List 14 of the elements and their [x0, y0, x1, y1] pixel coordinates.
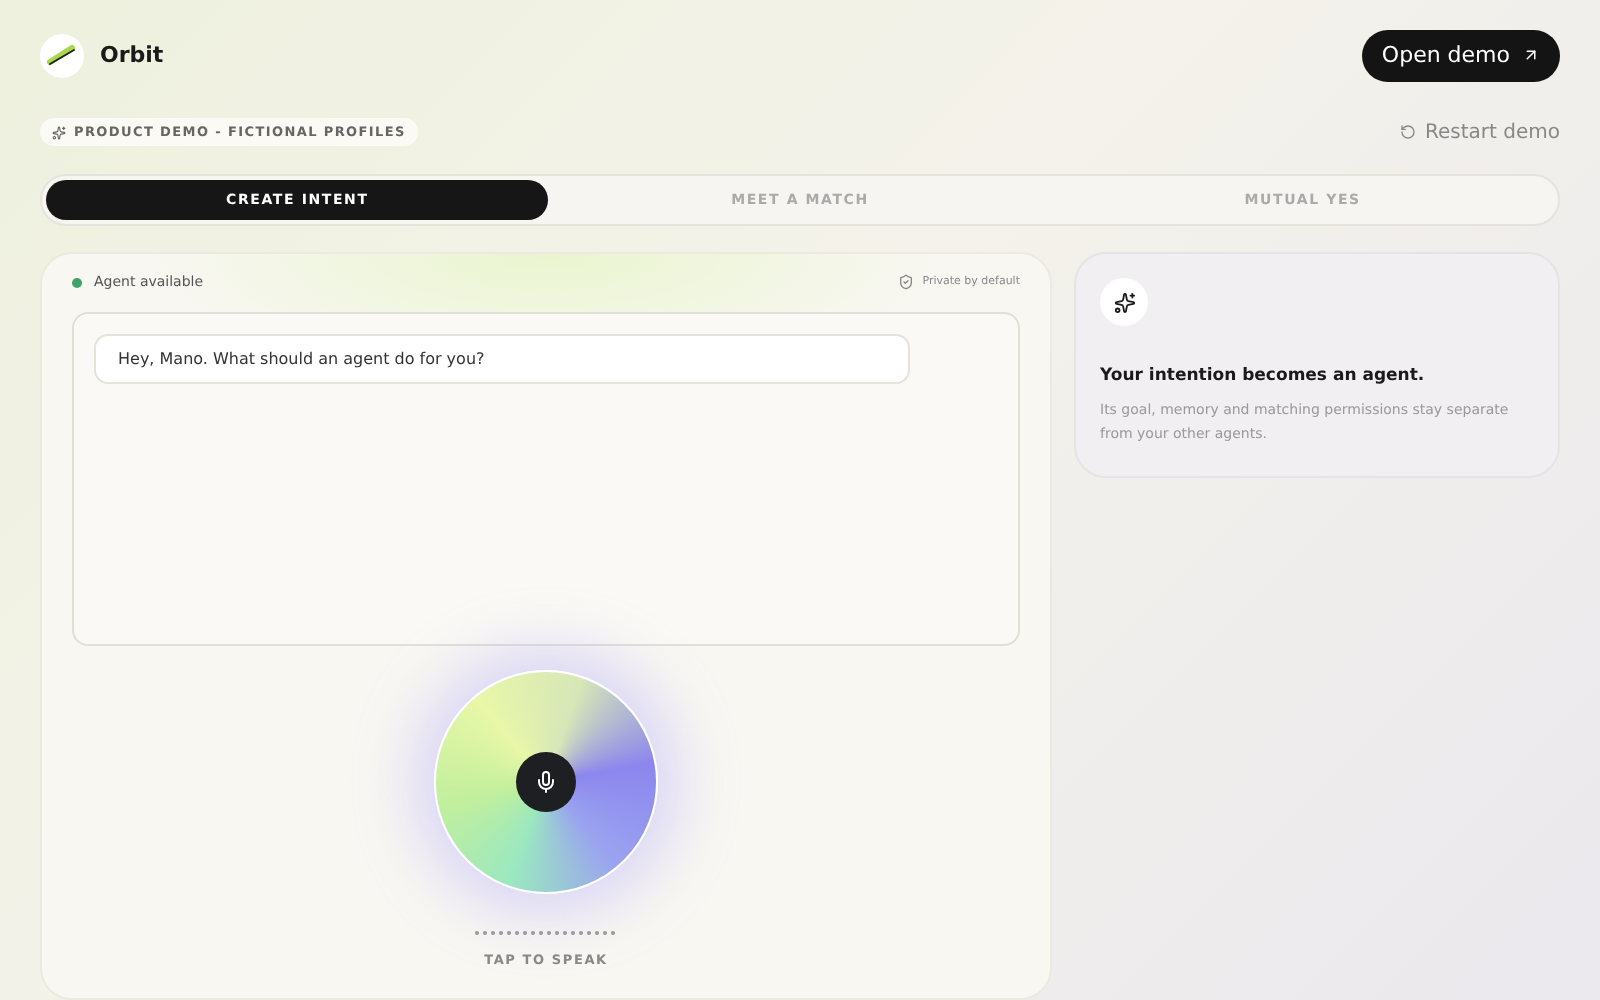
mic-button[interactable]	[516, 752, 576, 812]
sparkle-icon	[1113, 291, 1135, 313]
dots-indicator	[474, 930, 618, 936]
shield-icon	[898, 274, 915, 290]
sparkle-icon	[52, 125, 66, 139]
card-title: Your intention becomes an agent.	[1100, 366, 1427, 386]
mic-icon	[534, 770, 558, 794]
prompt-bubble: Hey, Mano. What should an agent do for you?	[94, 334, 910, 384]
brand-name: Orbit	[100, 42, 164, 68]
open-demo-button[interactable]: Open demo	[1361, 29, 1560, 81]
compose-area[interactable]: Hey, Mano. What should an agent do for you?	[72, 312, 1020, 646]
logo-icon	[40, 33, 84, 77]
arrow-icon	[1522, 46, 1540, 64]
restart-icon	[1399, 124, 1416, 140]
